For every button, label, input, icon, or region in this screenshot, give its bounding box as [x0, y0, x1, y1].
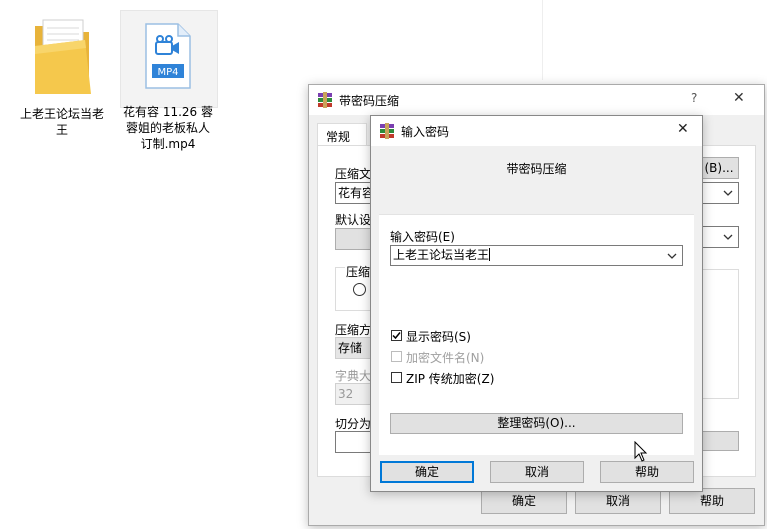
winrar-icon — [318, 92, 332, 108]
close-icon[interactable]: ✕ — [677, 121, 689, 137]
archive-window-titlebar: 带密码压缩 ? ✕ — [309, 85, 764, 115]
password-dialog-title: 输入密码 — [401, 125, 450, 139]
set-password-button[interactable] — [699, 431, 739, 451]
chevron-down-icon — [723, 234, 733, 240]
update-mode-dropdown[interactable] — [699, 226, 739, 248]
checkmark-icon — [392, 332, 401, 340]
archive-format-label: 压缩 — [345, 263, 372, 280]
show-password-checkbox[interactable] — [391, 330, 402, 341]
encrypt-filenames-checkbox[interactable] — [391, 351, 402, 362]
chevron-down-icon — [723, 190, 733, 196]
dictionary-size-dropdown[interactable]: 32 — [335, 383, 375, 405]
password-dialog: 输入密码 ✕ 带密码压缩 输入密码(E) 上老王论坛当老王 显示密码(S) 加密… — [370, 115, 703, 492]
show-password-label: 显示密码(S) — [406, 330, 471, 344]
tab-general[interactable]: 常规 — [317, 123, 367, 146]
video-file-label: 花有容 11.26 蓉蓉姐的老板私人订制.mp4 — [123, 105, 213, 151]
dictionary-size-label: 字典大 — [335, 369, 372, 383]
archive-window-title: 带密码压缩 — [339, 94, 400, 108]
password-dialog-titlebar: 输入密码 ✕ — [371, 116, 702, 146]
mp4-badge: MP4 — [157, 67, 179, 78]
winrar-icon — [380, 123, 394, 139]
close-icon[interactable]: ✕ — [733, 90, 745, 106]
password-field[interactable]: 上老王论坛当老王 — [390, 245, 683, 266]
text-caret — [489, 248, 491, 261]
desktop-folder[interactable]: 上老王论坛当老王 — [16, 16, 108, 138]
dialog-cancel-button[interactable]: 取消 — [490, 461, 584, 483]
archive-name-dropdown[interactable] — [699, 182, 739, 204]
password-label: 输入密码(E) — [390, 230, 455, 244]
chevron-down-icon — [667, 253, 677, 259]
archive-options-group — [699, 269, 739, 399]
compression-method-dropdown[interactable]: 存储 — [335, 337, 375, 359]
split-volumes-label: 切分为 — [335, 417, 372, 431]
encrypt-filenames-label: 加密文件名(N) — [406, 351, 485, 365]
compression-method-label: 压缩方 — [335, 323, 372, 337]
format-radio[interactable] — [353, 283, 366, 296]
password-value: 上老王论坛当老王 — [393, 248, 490, 262]
zip-legacy-checkbox[interactable] — [391, 372, 402, 383]
folder-icon — [35, 19, 91, 94]
split-volumes-field[interactable] — [335, 431, 375, 453]
dialog-ok-button[interactable]: 确定 — [380, 461, 474, 483]
mp4-file-icon — [145, 23, 191, 89]
help-icon[interactable]: ? — [691, 91, 697, 105]
folder-label: 上老王论坛当老王 — [19, 107, 104, 137]
organize-passwords-button[interactable]: 整理密码(O)... — [390, 413, 683, 434]
desktop-divider — [542, 0, 543, 80]
dialog-heading: 带密码压缩 — [506, 162, 567, 176]
desktop-video-file[interactable]: MP4 花有容 11.26 蓉蓉姐的老板私人订制.mp4 — [122, 16, 214, 152]
zip-legacy-label: ZIP 传统加密(Z) — [406, 372, 495, 386]
dialog-help-button[interactable]: 帮助 — [600, 461, 694, 483]
browse-button[interactable]: (B)... — [699, 157, 739, 179]
tab-general-label: 常规 — [326, 130, 351, 144]
mouse-cursor-icon — [634, 441, 648, 462]
default-settings-label: 默认设 — [335, 213, 372, 227]
archive-name-label: 压缩文 — [335, 167, 372, 181]
